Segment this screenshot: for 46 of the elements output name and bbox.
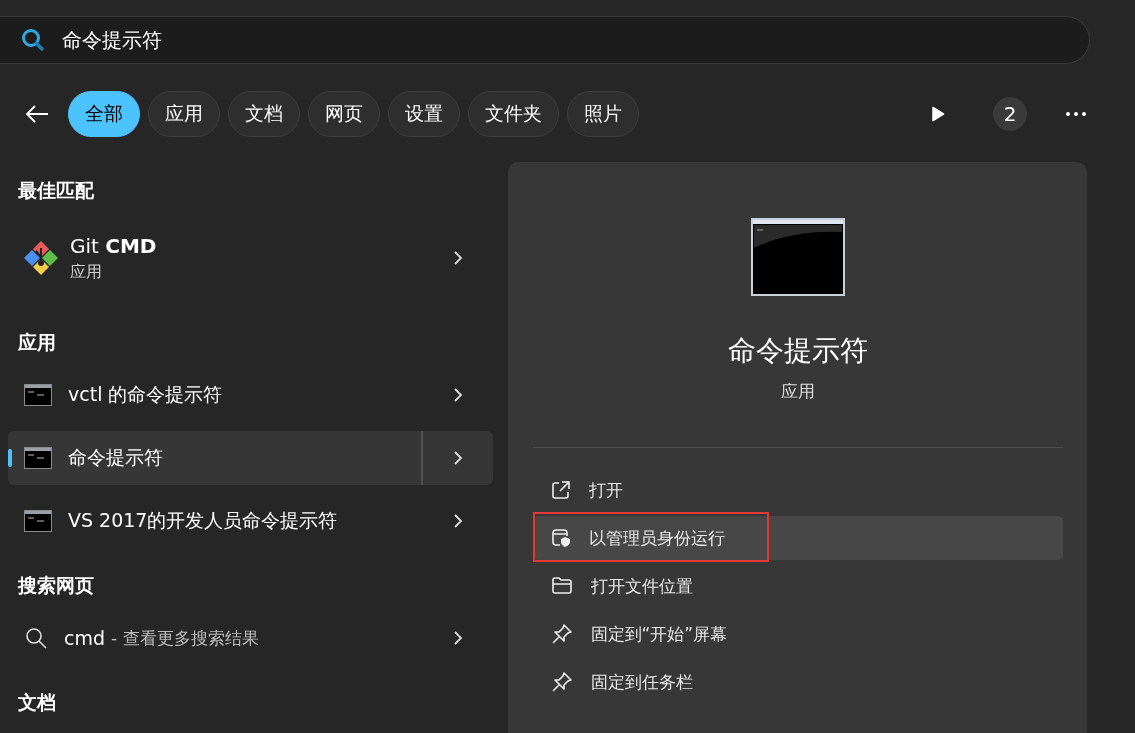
filter-chip[interactable]: 文件夹: [468, 91, 559, 137]
app-title: 命令提示符: [727, 333, 868, 369]
filter-chip[interactable]: 应用: [148, 91, 220, 137]
app-logo-icon: [22, 239, 60, 277]
section-heading: 搜索网页: [16, 573, 95, 598]
play-icon[interactable]: [931, 106, 945, 122]
filter-chip[interactable]: 照片: [567, 91, 639, 137]
search-field[interactable]: 命令提示符: [60, 27, 364, 53]
folder-icon: [550, 576, 573, 596]
terminal-icon: [24, 447, 52, 469]
result-item[interactable]: vctl 的命令提示符: [8, 368, 493, 422]
terminal-icon: [750, 218, 845, 296]
terminal-icon: [24, 510, 52, 532]
action-item[interactable]: 打开文件位置: [532, 564, 1063, 608]
shield-window-icon: [550, 528, 571, 548]
filter-chip[interactable]: 文档: [228, 91, 300, 137]
chevron-right-icon[interactable]: [453, 630, 463, 646]
count-badge[interactable]: 2: [993, 97, 1027, 131]
external-link-icon: [550, 480, 571, 500]
result-item[interactable]: VS 2017的开发人员命令提示符: [8, 494, 493, 548]
search-icon: [20, 27, 46, 53]
more-options-icon[interactable]: [1065, 111, 1087, 117]
action-item[interactable]: 固定到“开始”屏幕: [532, 612, 1063, 656]
action-item[interactable]: 固定到任务栏: [532, 660, 1063, 704]
chevron-right-icon[interactable]: [453, 250, 463, 266]
chevron-right-icon[interactable]: [453, 513, 463, 529]
action-item[interactable]: 打开: [532, 468, 1063, 512]
result-item[interactable]: 命令提示符: [8, 431, 493, 485]
back-arrow-icon[interactable]: [24, 104, 50, 124]
terminal-icon: [24, 384, 52, 406]
search-query[interactable]: cmd: [64, 627, 105, 649]
filter-chip[interactable]: 网页: [308, 91, 380, 137]
pin-icon: [550, 623, 573, 645]
chevron-right-icon[interactable]: [453, 450, 463, 466]
filter-chip[interactable]: 全部: [68, 91, 140, 137]
section-heading: 应用: [17, 330, 57, 355]
search-hint: - 查看更多搜索结果: [111, 626, 260, 650]
section-heading: 最佳匹配: [17, 178, 95, 203]
app-title: Git CMD: [70, 233, 158, 258]
chevron-right-icon[interactable]: [453, 387, 463, 403]
filter-chip[interactable]: 设置: [388, 91, 460, 137]
search-icon: [24, 626, 48, 650]
section-heading: 文档: [17, 690, 57, 715]
pin-icon: [550, 671, 573, 693]
app-type: 应用: [780, 380, 815, 403]
app-type: 应用: [70, 261, 103, 283]
